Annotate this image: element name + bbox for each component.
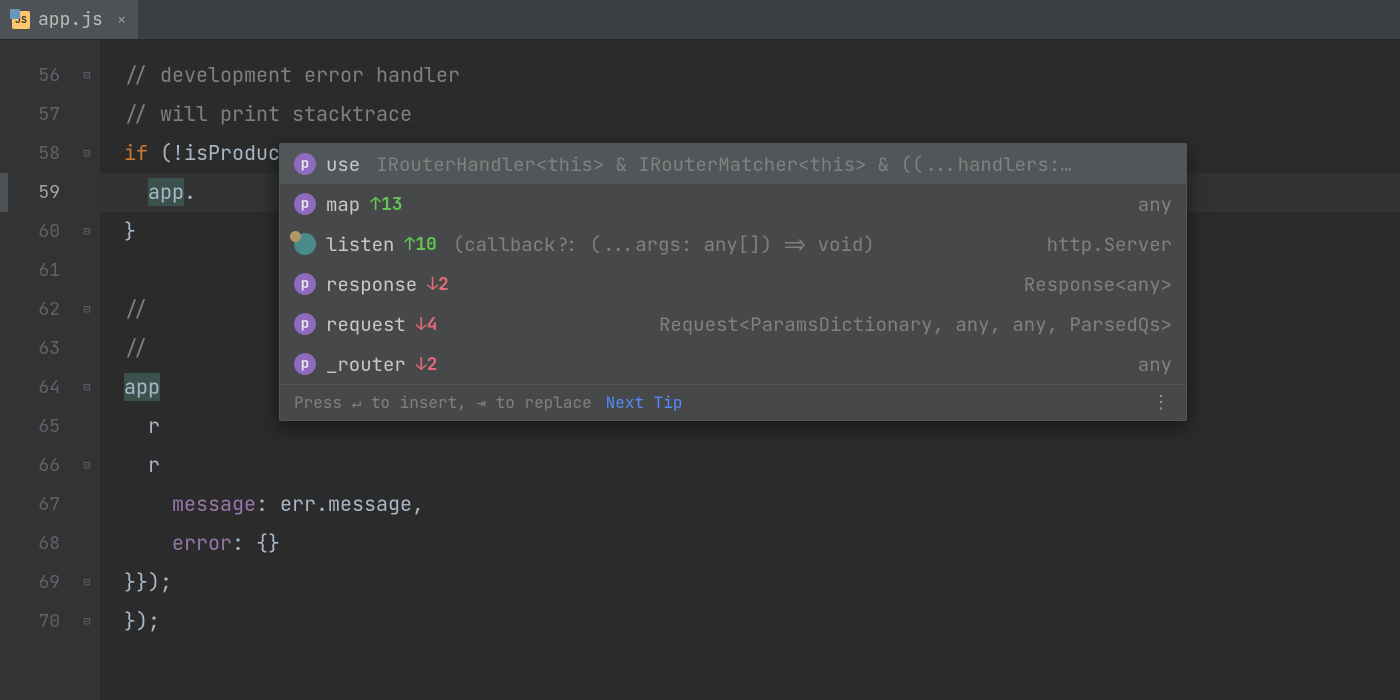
suggestion-name: response — [326, 272, 417, 297]
method-icon — [294, 233, 316, 255]
js-file-icon: JS — [12, 11, 30, 29]
suggestion-name: use — [326, 152, 360, 177]
suggestion-item[interactable]: p response ↓2 Response<any> — [280, 264, 1186, 304]
rank-down-icon: ↓2 — [427, 273, 449, 296]
suggestion-type: http.Server — [1047, 232, 1172, 257]
property-icon: p — [294, 353, 316, 375]
suggestion-hint: (callback?: (...args: any[]) => void) — [453, 232, 1037, 257]
fold-icon[interactable]: ⊟ — [80, 69, 94, 83]
close-icon[interactable]: × — [117, 9, 127, 30]
property-icon: p — [294, 273, 316, 295]
code-line[interactable]: // development error handler — [100, 56, 1400, 95]
rank-up-icon: ↑10 — [404, 233, 436, 256]
line-number[interactable]: 57 — [0, 95, 100, 134]
suggestion-type: any — [1138, 192, 1172, 217]
property-icon: p — [294, 193, 316, 215]
suggestion-item[interactable]: p use IRouterHandler<this> & IRouterMatc… — [280, 144, 1186, 184]
suggestion-hint: IRouterHandler<this> & IRouterMatcher<th… — [376, 152, 1172, 177]
suggestion-item[interactable]: p _router ↓2 any — [280, 344, 1186, 384]
line-number[interactable]: 66⊟ — [0, 446, 100, 485]
line-number[interactable]: 64⊟ — [0, 368, 100, 407]
rank-up-icon: ↑13 — [370, 193, 402, 216]
tab-app-js[interactable]: JS app.js × — [0, 0, 138, 39]
code-line[interactable]: }); — [100, 602, 1400, 641]
code-area[interactable]: // development error handler // will pri… — [100, 40, 1400, 700]
code-line[interactable]: // will print stacktrace — [100, 95, 1400, 134]
fold-icon[interactable]: ⊟ — [80, 576, 94, 590]
line-number[interactable]: 61 — [0, 251, 100, 290]
editor: 56⊟ 57 58⊟ 59 60⊟ 61 62⊟ 63 64⊟ 65 66⊟ 6… — [0, 40, 1400, 700]
more-icon[interactable]: ⋮ — [1152, 391, 1172, 414]
suggestion-name: request — [326, 312, 406, 337]
suggestion-item[interactable]: p map ↑13 any — [280, 184, 1186, 224]
line-number[interactable]: 60⊟ — [0, 212, 100, 251]
line-number[interactable]: 63 — [0, 329, 100, 368]
fold-icon[interactable]: ⊟ — [80, 303, 94, 317]
suggestion-type: any — [1138, 352, 1172, 377]
fold-icon[interactable]: ⊟ — [80, 225, 94, 239]
property-icon: p — [294, 153, 316, 175]
suggestion-name: map — [326, 192, 360, 217]
line-number[interactable]: 70⊟ — [0, 602, 100, 641]
popup-footer: Press ↵ to insert, ⇥ to replace Next Tip… — [280, 384, 1186, 420]
line-number[interactable]: 62⊟ — [0, 290, 100, 329]
line-number[interactable]: 56⊟ — [0, 56, 100, 95]
gutter: 56⊟ 57 58⊟ 59 60⊟ 61 62⊟ 63 64⊟ 65 66⊟ 6… — [0, 40, 100, 700]
tab-bar: JS app.js × — [0, 0, 1400, 40]
suggestion-name: _router — [326, 352, 406, 377]
rank-down-icon: ↓4 — [416, 313, 438, 336]
suggestion-name: listen — [326, 232, 394, 257]
suggestion-type: Request<ParamsDictionary, any, any, Pars… — [659, 312, 1172, 337]
code-line[interactable]: }}); — [100, 563, 1400, 602]
active-line-marker — [0, 173, 8, 212]
fold-icon[interactable]: ⊟ — [80, 381, 94, 395]
fold-icon[interactable]: ⊟ — [80, 615, 94, 629]
next-tip-link[interactable]: Next Tip — [606, 392, 683, 413]
code-line[interactable]: r — [100, 446, 1400, 485]
rank-down-icon: ↓2 — [416, 353, 438, 376]
code-line[interactable]: message: err.message, — [100, 485, 1400, 524]
suggestion-item[interactable]: listen ↑10 (callback?: (...args: any[]) … — [280, 224, 1186, 264]
line-number[interactable]: 65 — [0, 407, 100, 446]
fold-icon[interactable]: ⊟ — [80, 459, 94, 473]
property-icon: p — [294, 313, 316, 335]
suggestion-item[interactable]: p request ↓4 Request<ParamsDictionary, a… — [280, 304, 1186, 344]
line-number[interactable]: 58⊟ — [0, 134, 100, 173]
footer-hint: Press ↵ to insert, ⇥ to replace — [294, 392, 592, 413]
line-number[interactable]: 68 — [0, 524, 100, 563]
line-number[interactable]: 59 — [0, 173, 100, 212]
line-number[interactable]: 67 — [0, 485, 100, 524]
fold-icon[interactable]: ⊟ — [80, 147, 94, 161]
autocomplete-popup: p use IRouterHandler<this> & IRouterMatc… — [279, 143, 1187, 421]
suggestion-type: Response<any> — [1024, 272, 1172, 297]
code-line[interactable]: error: {} — [100, 524, 1400, 563]
line-number[interactable]: 69⊟ — [0, 563, 100, 602]
tab-label: app.js — [38, 8, 103, 31]
